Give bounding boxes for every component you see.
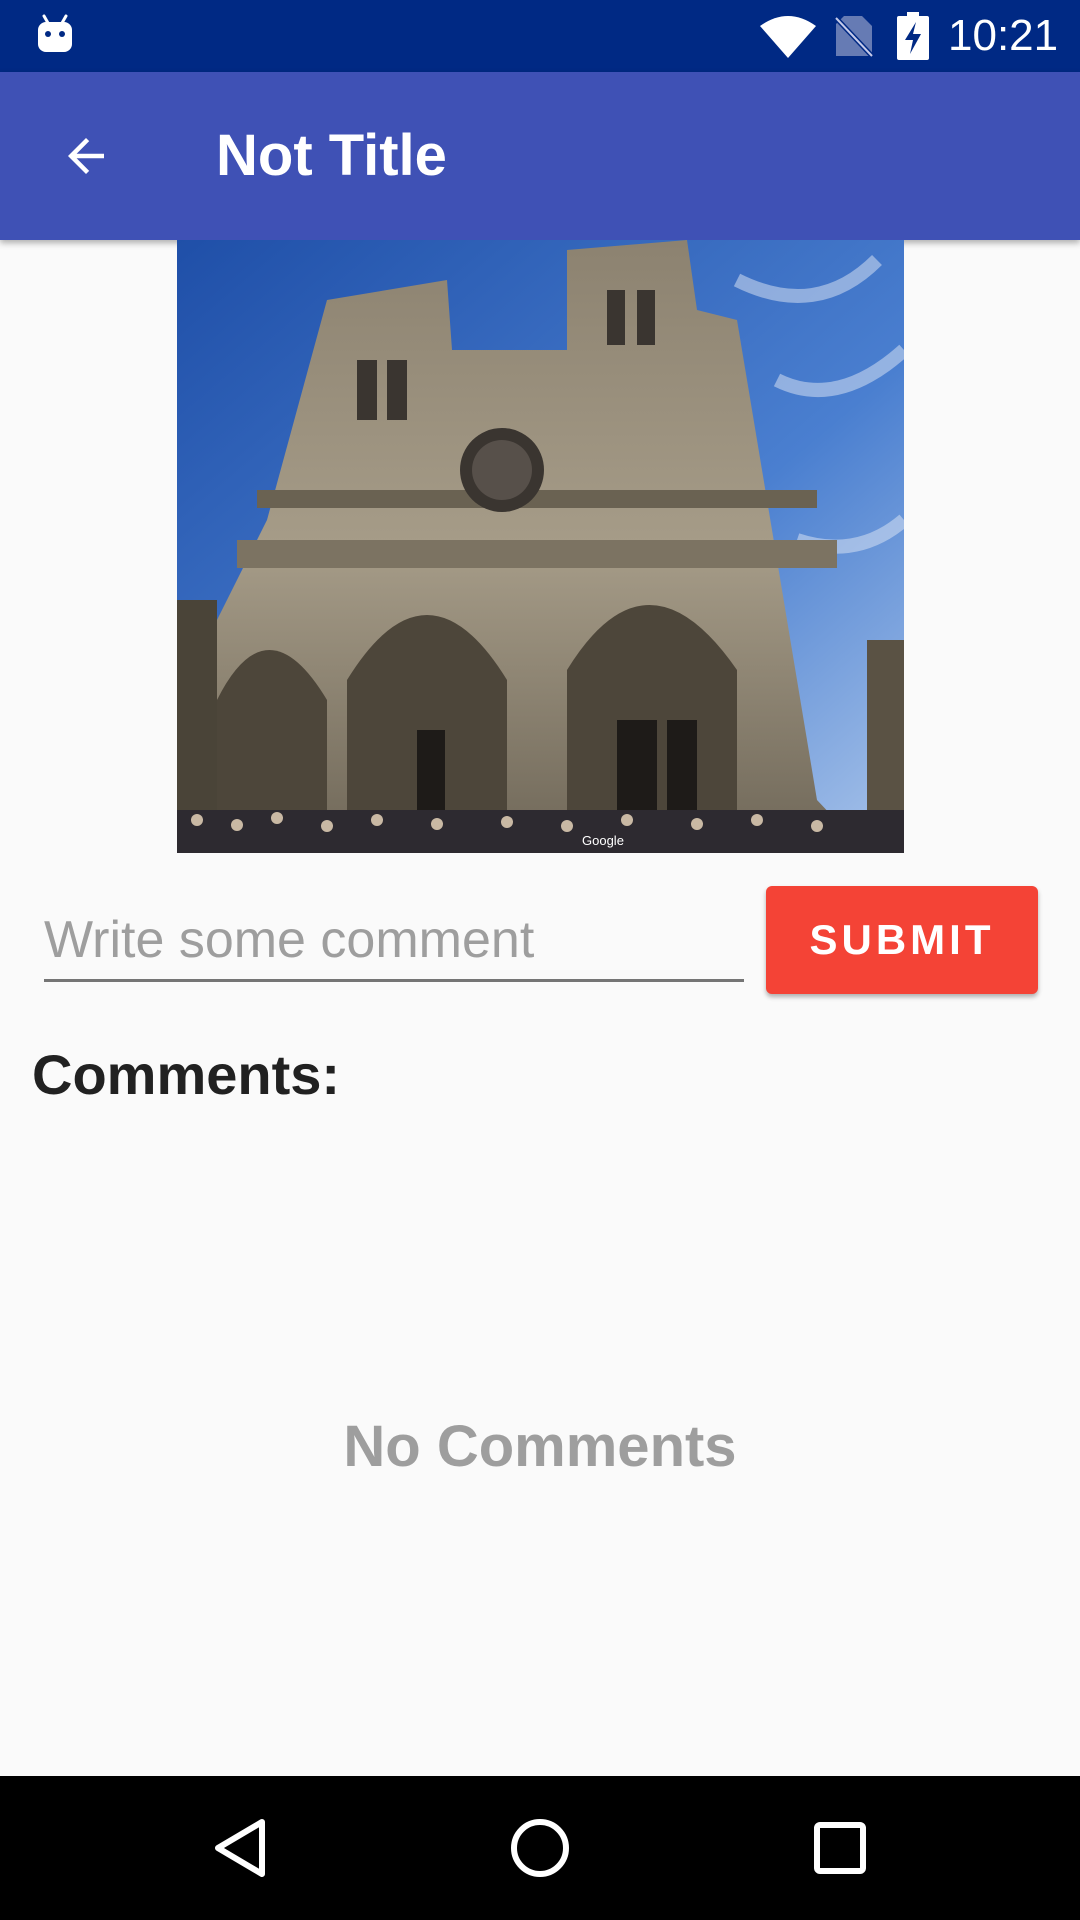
back-triangle-icon [215, 1819, 265, 1877]
photo-watermark: Google [582, 833, 624, 848]
comments-heading: Comments: [32, 1043, 341, 1106]
android-notification-icon [38, 14, 72, 52]
arrow-back-icon [68, 138, 104, 174]
submit-button[interactable]: SUBMIT [766, 886, 1038, 994]
cathedral-photo: Google [177, 240, 904, 853]
status-clock: 10:21 [948, 11, 1059, 60]
nav-recents-button[interactable] [790, 1798, 890, 1898]
no-comments-text: No Comments [343, 1414, 737, 1479]
app-bar: Not Title [0, 72, 1080, 240]
comment-input[interactable] [44, 900, 744, 982]
wifi-icon [760, 16, 816, 58]
battery-charging-icon [897, 12, 929, 60]
home-circle-icon [511, 1819, 569, 1877]
recents-square-icon [814, 1822, 866, 1874]
status-bar: 10:21 [0, 0, 1080, 72]
nav-back-button[interactable] [190, 1798, 290, 1898]
no-sim-icon [834, 16, 874, 58]
back-button[interactable] [44, 114, 128, 198]
navigation-bar [0, 1776, 1080, 1920]
page-title: Not Title [216, 123, 447, 188]
nav-home-button[interactable] [490, 1798, 590, 1898]
